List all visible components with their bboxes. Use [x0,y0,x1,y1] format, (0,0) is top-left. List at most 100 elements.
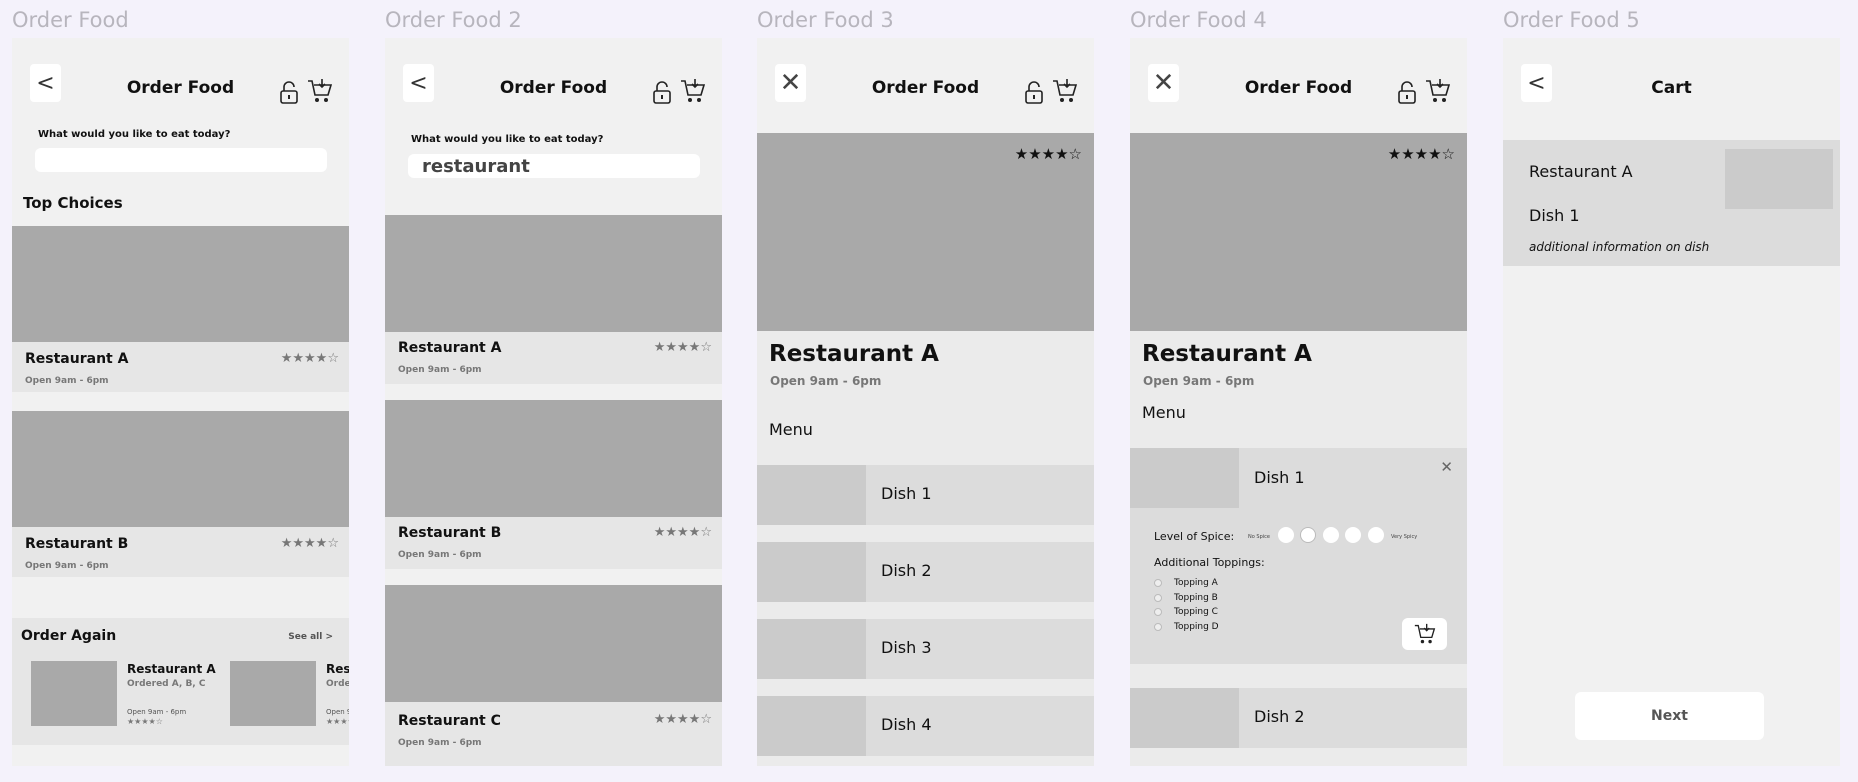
rating-stars: ★★★★☆ [653,340,712,355]
restaurant-name: Restaurant A [398,340,502,356]
topping-label: Topping D [1174,622,1219,632]
restaurant-hours: Open 9am - 6pm [25,561,109,571]
close-icon[interactable]: ✕ [1440,458,1453,476]
cart-screen: < Cart Restaurant A Dish 1 additional in… [1503,38,1840,766]
dish-item[interactable]: Dish 1 [757,465,1094,525]
order-again-image[interactable] [230,661,316,726]
cart-restaurant-name: Restaurant A [1529,162,1633,181]
dish-item[interactable]: Dish 2 [1130,688,1467,748]
lock-icon[interactable] [1397,80,1417,104]
restaurant-name: Restaurant A [769,341,939,367]
see-all-link[interactable]: See all > [288,632,333,642]
radio-icon[interactable] [1154,594,1162,602]
toppings-label: Additional Toppings: [1154,556,1265,569]
order-again-title: Order Again [21,628,117,644]
radio-icon[interactable] [1154,623,1162,631]
order-again-image[interactable] [31,661,117,726]
radio-icon[interactable] [1154,579,1162,587]
frame-title: Order Food 3 [757,8,894,32]
dish-image [757,542,866,602]
spice-level-5[interactable] [1368,527,1384,543]
lock-icon[interactable] [279,80,299,104]
dish-name: Dish 2 [881,561,932,580]
dish-image [1130,688,1239,748]
restaurant-name: Restaurant A [25,351,129,367]
order-again-name[interactable]: Restaurant A [127,662,216,676]
restaurant-image [12,226,349,342]
topping-label: Topping B [1174,593,1218,603]
restaurant-hours: Open 9am - 6pm [398,365,482,375]
restaurant-card[interactable]: Restaurant A Open 9am - 6pm ★★★★☆ [385,215,722,384]
spice-level-1[interactable] [1278,527,1294,543]
lock-icon[interactable] [652,80,672,104]
rating-stars: ★★★★☆ [653,525,712,540]
frame-title: Order Food [12,8,129,32]
cart-icon [1414,623,1435,644]
dish-item[interactable]: Dish 4 [757,696,1094,756]
order-again-hours: Open 9am - 6pm [127,708,187,716]
restaurant-hours: Open 9am - 6pm [1143,374,1255,388]
order-food-search-screen: < Order Food What would you like to eat … [385,38,722,766]
restaurant-hours: Open 9am - 6pm [770,374,882,388]
restaurant-card[interactable]: Restaurant B Open 9am - 6pm ★★★★☆ [12,411,349,577]
dish-name: Dish 1 [1254,468,1305,487]
spice-label: Level of Spice: [1154,530,1235,543]
topping-label: Topping A [1174,578,1218,588]
order-again-ordered: Ordered A, B, C [127,679,206,689]
lock-icon[interactable] [1024,80,1044,104]
rating-stars: ★★★★☆ [1387,145,1455,163]
cart-dish-name: Dish 1 [1529,206,1580,225]
cart-icon[interactable] [680,78,706,104]
cart-item-image [1725,149,1833,209]
dish-item-expanded: Dish 1 ✕ Level of Spice: No Spice Very S… [1130,448,1467,664]
restaurant-image [12,411,349,527]
cart-icon[interactable] [1425,78,1451,104]
order-again-name[interactable]: Restaurant A [326,662,349,676]
cart-icon[interactable] [1052,78,1078,104]
search-label: What would you like to eat today? [38,129,231,140]
topping-option[interactable]: Topping C [1154,607,1218,617]
topping-option[interactable]: Topping A [1154,578,1218,588]
cart-icon[interactable] [307,78,333,104]
search-label: What would you like to eat today? [411,134,604,145]
dish-name: Dish 2 [1254,707,1305,726]
dish-name: Dish 4 [881,715,932,734]
cart-item[interactable]: Restaurant A Dish 1 additional informati… [1503,140,1840,266]
dish-options-screen: ✕ Order Food ★★★★☆ Restaurant A Open 9am… [1130,38,1467,766]
order-again-hours: Open 9am - 6pm [326,708,349,716]
next-button[interactable]: Next [1575,692,1764,740]
spice-min-label: No Spice [1248,534,1270,540]
menu-label: Menu [769,420,813,439]
dish-image [1130,448,1239,508]
rating-stars: ★★★★☆ [280,536,339,551]
restaurant-name: Restaurant B [25,536,129,552]
spice-level-2[interactable] [1300,527,1316,543]
order-again-ordered: Ordered A, B, C [326,679,349,689]
radio-icon[interactable] [1154,608,1162,616]
restaurant-hours: Open 9am - 6pm [25,376,109,386]
dish-image [757,465,866,525]
frame-title: Order Food 2 [385,8,522,32]
app-header: < Order Food [12,38,349,124]
dish-item[interactable]: Dish 3 [757,619,1094,679]
restaurant-card[interactable]: Restaurant C Open 9am - 6pm ★★★★☆ [385,585,722,766]
search-input[interactable]: restaurant [408,154,700,178]
spice-max-label: Very Spicy [1391,534,1418,540]
restaurant-card[interactable]: Restaurant A Open 9am - 6pm ★★★★☆ [12,226,349,392]
add-to-cart-button[interactable] [1402,618,1447,650]
cart-dish-info: additional information on dish [1529,240,1710,254]
restaurant-name: Restaurant B [398,525,502,541]
restaurant-detail-screen: ✕ Order Food ★★★★☆ Restaurant A Open 9am… [757,38,1094,766]
restaurant-card[interactable]: Restaurant B Open 9am - 6pm ★★★★☆ [385,400,722,569]
rating-stars: ★★★★☆ [280,351,339,366]
app-header: < Cart [1503,38,1840,124]
spice-level-4[interactable] [1345,527,1361,543]
frame-title: Order Food 4 [1130,8,1267,32]
dish-item[interactable]: Dish 2 [757,542,1094,602]
spice-level-3[interactable] [1323,527,1339,543]
topping-option[interactable]: Topping D [1154,622,1219,632]
topping-option[interactable]: Topping B [1154,593,1218,603]
app-header: ✕ Order Food [1130,38,1467,124]
search-input[interactable] [35,148,327,172]
order-again-section: Order Again See all > Restaurant A Order… [12,618,349,745]
